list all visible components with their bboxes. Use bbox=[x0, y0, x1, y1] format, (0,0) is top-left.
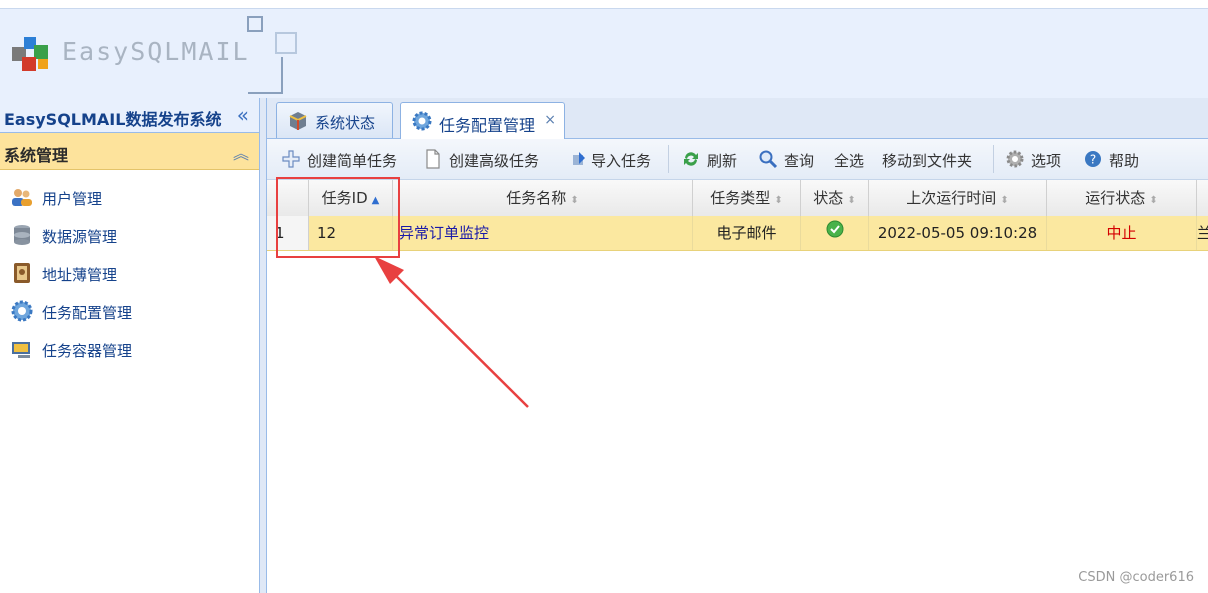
gear-icon bbox=[11, 300, 33, 322]
address-book-icon bbox=[14, 263, 30, 283]
tab-system-status[interactable]: 系统状态 bbox=[276, 102, 393, 138]
help-button[interactable]: ? 帮助 bbox=[1083, 148, 1145, 170]
refresh-button[interactable]: 刷新 bbox=[681, 148, 743, 170]
column-label: 状态 bbox=[813, 189, 844, 207]
cell-status bbox=[801, 216, 869, 250]
table-row[interactable]: 1 12 异常订单监控 电子邮件 2022-05-05 09:10:28 中止 … bbox=[267, 216, 1208, 251]
grid-header: 任务ID ▲ 任务名称 ⬍ 任务类型 ⬍ 状态 ⬍ 上次运行时间 ⬍ 运行状态 ⬍ bbox=[267, 180, 1208, 217]
help-icon: ? bbox=[1085, 151, 1101, 167]
tab-label: 任务配置管理 bbox=[439, 116, 536, 135]
cell-run-status: 中止 bbox=[1047, 216, 1197, 250]
import-icon bbox=[573, 152, 585, 165]
cell-task-type: 电子邮件 bbox=[693, 216, 801, 250]
sidebar-item-label: 用户管理 bbox=[42, 190, 103, 208]
sidebar-item-label: 数据源管理 bbox=[42, 228, 118, 246]
gear-icon bbox=[412, 111, 432, 131]
sidebar-item-label: 任务容器管理 bbox=[42, 342, 133, 360]
sort-icon: ⬍ bbox=[847, 195, 856, 206]
column-label: 任务名称 bbox=[506, 189, 567, 207]
sidebar-item-address-book[interactable]: 地址薄管理 bbox=[0, 254, 259, 292]
svg-text:?: ? bbox=[1090, 153, 1096, 167]
sidebar-item-users[interactable]: 用户管理 bbox=[0, 178, 259, 216]
toolbar-label: 刷新 bbox=[707, 152, 738, 170]
left-panel-title-bar: EasySQLMAIL数据发布系统 « bbox=[0, 98, 259, 133]
select-all-button[interactable]: 全选 bbox=[834, 148, 870, 170]
top-border bbox=[0, 0, 1208, 8]
cell-task-name[interactable]: 异常订单监控 bbox=[393, 216, 693, 250]
cell-last-run: 2022-05-05 09:10:28 bbox=[869, 216, 1047, 250]
cell-overflow: 兰 bbox=[1197, 224, 1208, 242]
toolbar-label: 移动到文件夹 bbox=[882, 152, 973, 170]
system-title: EasySQLMAIL数据发布系统 bbox=[4, 110, 222, 129]
logo-text: EasySQLMAIL bbox=[62, 37, 250, 66]
search-icon bbox=[759, 150, 778, 169]
column-header-status[interactable]: 状态 ⬍ bbox=[801, 180, 869, 216]
move-to-folder-button[interactable]: 移动到文件夹 bbox=[882, 148, 982, 170]
toolbar-label: 全选 bbox=[834, 152, 865, 170]
sidebar-item-label: 任务配置管理 bbox=[42, 304, 133, 322]
group-title: 系统管理 bbox=[4, 146, 69, 165]
sidebar-item-task-config[interactable]: 任务配置管理 bbox=[0, 292, 259, 330]
column-header-task-name[interactable]: 任务名称 ⬍ bbox=[393, 180, 693, 216]
tab-label: 系统状态 bbox=[315, 114, 376, 132]
check-circle-icon bbox=[826, 220, 843, 238]
toolbar-label: 创建简单任务 bbox=[307, 152, 398, 170]
watermark: CSDN @coder616 bbox=[1078, 570, 1194, 585]
import-task-button[interactable]: 导入任务 bbox=[569, 148, 664, 170]
sort-icon: ⬍ bbox=[1000, 195, 1009, 206]
app-logo-icon bbox=[12, 37, 48, 71]
sort-icon: ⬍ bbox=[1149, 195, 1158, 206]
toolbar-label: 查询 bbox=[784, 152, 815, 170]
column-header-task-type[interactable]: 任务类型 ⬍ bbox=[693, 180, 801, 216]
system-management-group[interactable]: 系统管理 ︽ bbox=[0, 133, 259, 170]
column-label: 运行状态 bbox=[1085, 189, 1146, 207]
database-icon bbox=[14, 225, 30, 245]
app-header: EasySQLMAIL bbox=[0, 8, 1208, 99]
double-chevron-left-icon[interactable]: « bbox=[237, 103, 249, 127]
toolbar-label: 帮助 bbox=[1109, 152, 1140, 170]
column-header-last-run[interactable]: 上次运行时间 ⬍ bbox=[869, 180, 1047, 216]
options-button[interactable]: 选项 bbox=[1005, 148, 1067, 170]
toolbar-separator bbox=[668, 145, 669, 173]
close-icon[interactable]: × bbox=[544, 112, 556, 128]
panel-splitter[interactable] bbox=[260, 98, 267, 593]
sidebar-menu: 用户管理 数据源管理 地址薄管理 任务配置管理 任务容器管理 bbox=[0, 170, 259, 368]
annotation-highlight-box bbox=[276, 177, 400, 258]
status-icon bbox=[289, 112, 307, 130]
query-button[interactable]: 查询 bbox=[758, 148, 820, 170]
toolbar-separator bbox=[993, 145, 994, 173]
sidebar-item-datasource[interactable]: 数据源管理 bbox=[0, 216, 259, 254]
sort-icon: ⬍ bbox=[774, 195, 783, 206]
column-header-run-status[interactable]: 运行状态 ⬍ bbox=[1047, 180, 1197, 216]
tab-task-config[interactable]: 任务配置管理 × bbox=[400, 102, 565, 139]
create-advanced-task-button[interactable]: 创建高级任务 bbox=[423, 148, 553, 170]
gear-icon bbox=[1006, 150, 1024, 168]
left-panel: EasySQLMAIL数据发布系统 « 系统管理 ︽ 用户管理 数据源管理 地址… bbox=[0, 98, 260, 593]
sidebar-item-label: 地址薄管理 bbox=[42, 266, 118, 284]
column-label: 任务类型 bbox=[710, 189, 771, 207]
refresh-icon bbox=[684, 152, 698, 166]
plus-icon bbox=[282, 150, 300, 168]
toolbar-label: 导入任务 bbox=[591, 152, 652, 170]
create-simple-task-button[interactable]: 创建简单任务 bbox=[281, 148, 411, 170]
logo-decoration bbox=[247, 16, 297, 94]
toolbar: 创建简单任务 创建高级任务 导入任务 刷新 查询 全选 移动到文件夹 选项 ? … bbox=[267, 139, 1208, 180]
sort-icon: ⬍ bbox=[570, 195, 579, 206]
task-grid: 任务ID ▲ 任务名称 ⬍ 任务类型 ⬍ 状态 ⬍ 上次运行时间 ⬍ 运行状态 ⬍ 1 12… bbox=[267, 180, 1208, 593]
toolbar-label: 创建高级任务 bbox=[449, 152, 540, 170]
sidebar-item-task-container[interactable]: 任务容器管理 bbox=[0, 330, 259, 368]
document-icon bbox=[426, 149, 440, 169]
toolbar-label: 选项 bbox=[1031, 152, 1062, 170]
tab-strip: 系统状态 任务配置管理 × bbox=[267, 98, 1208, 139]
double-chevron-up-icon[interactable]: ︽ bbox=[233, 140, 249, 164]
column-label: 上次运行时间 bbox=[906, 189, 997, 207]
container-icon bbox=[12, 342, 30, 358]
users-icon bbox=[12, 189, 32, 206]
